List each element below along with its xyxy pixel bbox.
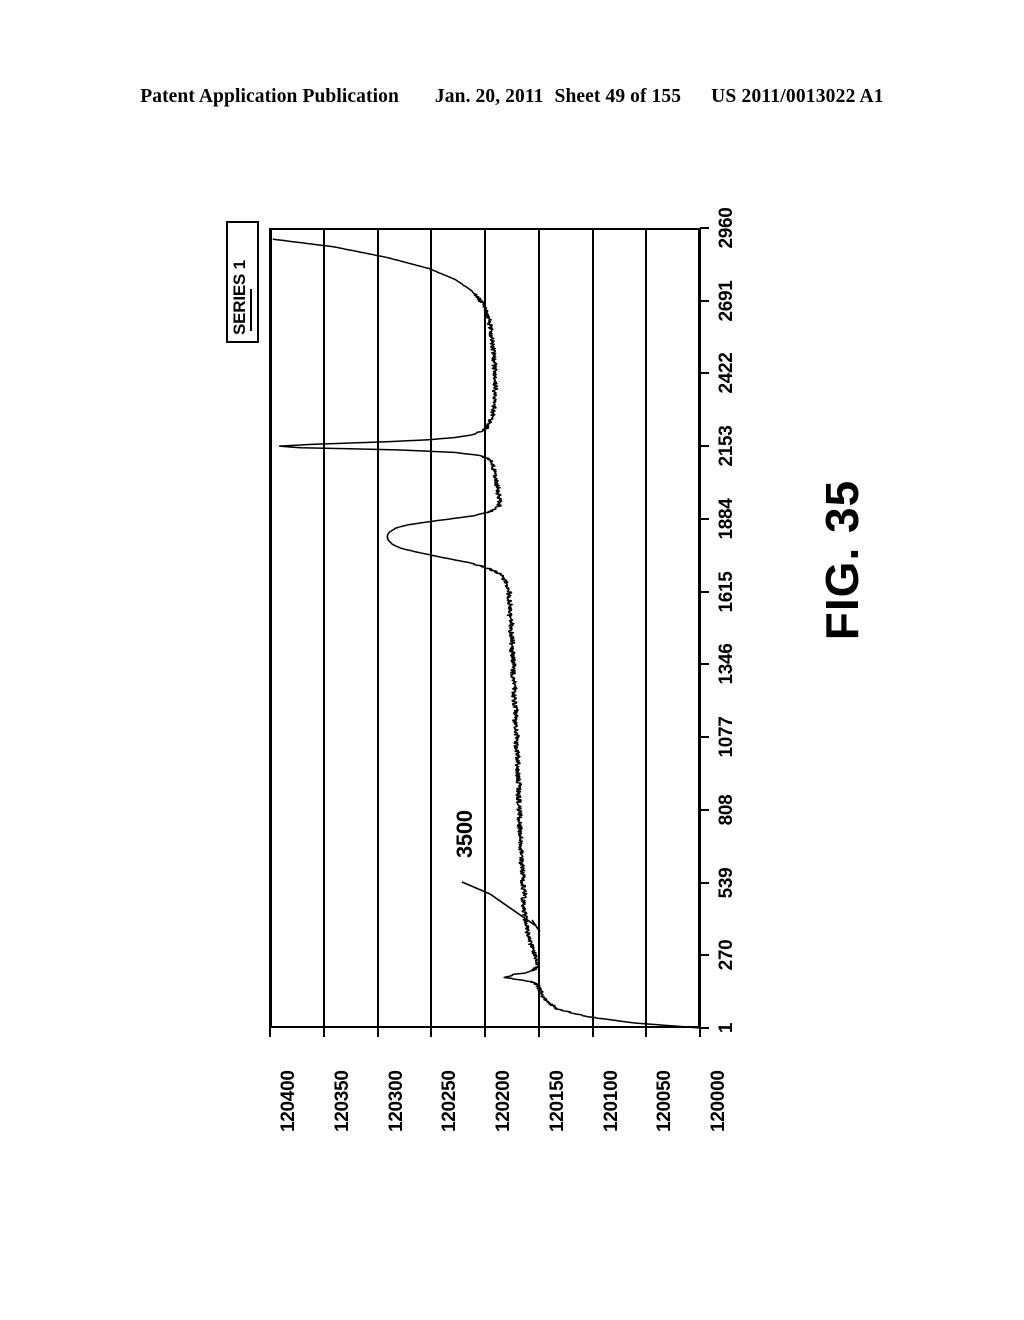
category-tick-2960 <box>700 227 709 229</box>
value-axis-label-120200: 120200 <box>493 1070 514 1132</box>
callout-3500-leader-line <box>461 881 541 933</box>
category-tick-539 <box>700 881 709 884</box>
category-tick-1615 <box>700 590 709 593</box>
value-axis-label-120250: 120250 <box>439 1070 461 1132</box>
category-tick-1 <box>700 1027 709 1029</box>
category-axis-label-808: 808 <box>716 794 737 826</box>
category-axis-label-270: 270 <box>716 939 737 971</box>
category-tick-1077 <box>700 736 709 739</box>
legend-line-swatch <box>250 289 252 331</box>
value-tick-120400 <box>269 1028 271 1037</box>
value-axis-label-120150: 120150 <box>546 1070 568 1132</box>
category-tick-2422 <box>700 372 709 375</box>
value-tick-120000 <box>699 1028 701 1037</box>
callout-3500-label: 3500 <box>452 810 477 858</box>
category-axis-label-2691: 2691 <box>716 280 737 322</box>
category-tick-2153 <box>700 445 709 448</box>
category-tick-270 <box>700 954 709 957</box>
value-tick-120100 <box>591 1028 594 1037</box>
category-axis-label-1615: 1615 <box>716 571 737 613</box>
value-tick-120350 <box>322 1028 325 1037</box>
value-axis-label-120400: 120400 <box>278 1070 299 1132</box>
category-tick-2691 <box>700 299 709 302</box>
category-axis-label-2960: 2960 <box>716 207 737 249</box>
category-axis-label-1077: 1077 <box>716 716 737 758</box>
category-tick-1884 <box>700 517 709 520</box>
value-tick-120250 <box>430 1028 433 1037</box>
value-tick-120200 <box>484 1028 486 1037</box>
value-axis-label-120300: 120300 <box>385 1070 407 1132</box>
value-tick-120050 <box>645 1028 648 1037</box>
chart-legend: SERIES 1 <box>226 221 259 343</box>
category-axis-label-539: 539 <box>716 867 737 898</box>
category-axis-label-1: 1 <box>716 1022 737 1034</box>
value-axis-label-120100: 120100 <box>600 1070 622 1132</box>
value-tick-120150 <box>537 1028 540 1037</box>
value-axis-label-120050: 120050 <box>654 1070 676 1132</box>
figure-caption: FIG. 35 <box>816 479 868 641</box>
category-axis-label-1884: 1884 <box>716 498 737 540</box>
value-axis-label-120350: 120350 <box>331 1070 353 1132</box>
legend-entry-series-1: SERIES 1 <box>230 260 249 335</box>
value-tick-120300 <box>376 1028 379 1037</box>
category-tick-808 <box>700 808 709 811</box>
category-axis-label-1346: 1346 <box>716 643 737 685</box>
category-axis-label-2153: 2153 <box>716 425 737 467</box>
category-tick-1346 <box>700 663 709 666</box>
category-axis-label-2422: 2422 <box>716 352 737 394</box>
figure-area: SERIES 1 120400 120350 120300 120250 120200 1… <box>0 0 1024 1320</box>
